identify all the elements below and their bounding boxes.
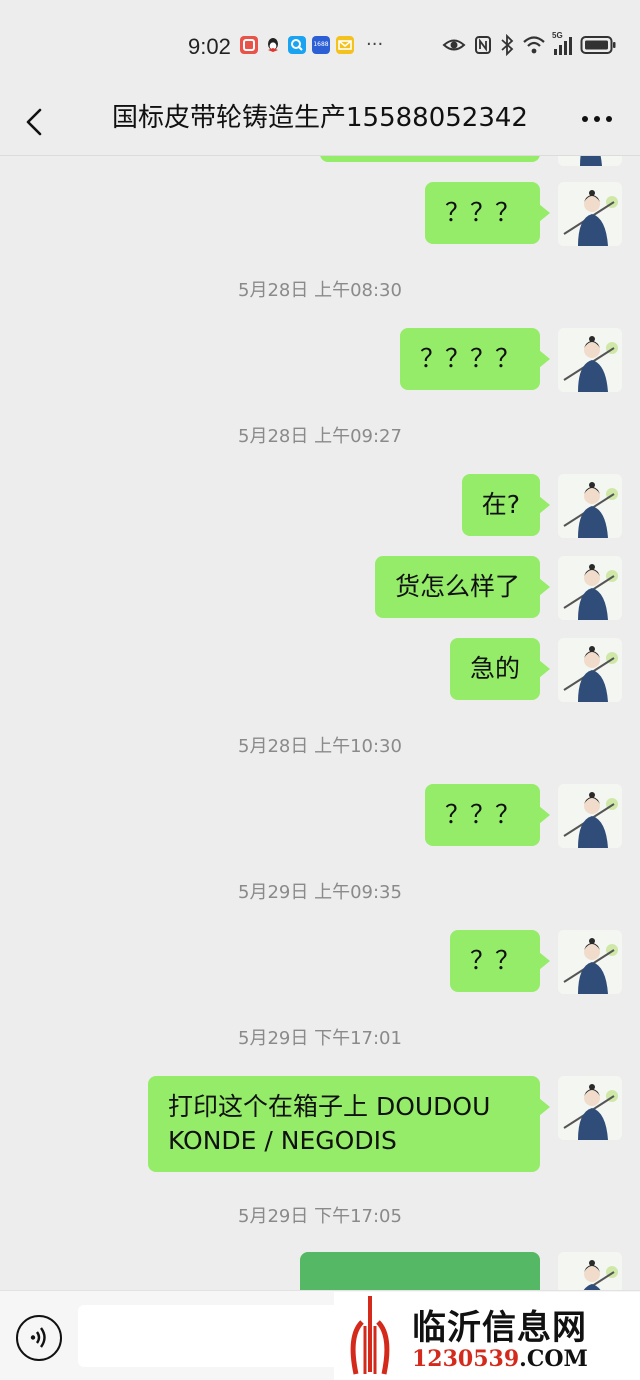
avatar-image: [558, 556, 622, 620]
message-bubble[interactable]: 货怎么样了: [374, 556, 551, 618]
message-bubble[interactable]: 急的: [449, 638, 551, 700]
avatar-image: [558, 328, 622, 392]
avatar[interactable]: [558, 784, 622, 848]
message-timestamp: 5月29日 下午17:05: [238, 1206, 402, 1227]
search-app-icon: [288, 36, 306, 54]
avatar[interactable]: [558, 1252, 622, 1290]
message-bubble-partial[interactable]: [320, 156, 540, 162]
message-timestamp: 5月28日 上午10:30: [238, 736, 402, 757]
avatar-image: [558, 930, 622, 994]
avatar-image: [558, 784, 622, 848]
avatar[interactable]: [558, 1076, 622, 1140]
eye-icon: [442, 39, 466, 51]
wifi-icon: [523, 36, 545, 54]
avatar[interactable]: [558, 930, 622, 994]
avatar[interactable]: [558, 556, 622, 620]
avatar-image: [558, 1252, 622, 1290]
message-bubble[interactable]: ？？？: [424, 182, 551, 244]
avatar-image: [558, 474, 622, 538]
1688-app-icon: 1688: [312, 36, 330, 54]
watermark-logo: [350, 1296, 390, 1375]
avatar[interactable]: [558, 474, 622, 538]
5g-signal-icon: 5G: [552, 31, 572, 55]
avatar[interactable]: [558, 638, 622, 702]
avatar-image: [558, 182, 622, 246]
status-bar: 9:02 1688 ··· 5G: [0, 0, 640, 92]
site-watermark: 临沂信息网 1230539.COM: [334, 1292, 640, 1380]
more-options-button[interactable]: [580, 104, 614, 134]
more-notifications-icon: ···: [366, 34, 384, 55]
avatar[interactable]: [558, 156, 622, 166]
voice-icon: [30, 1327, 46, 1348]
bluetooth-icon: [501, 34, 514, 56]
message-bubble[interactable]: ？？？？: [399, 328, 551, 390]
avatar-image: [558, 638, 622, 702]
message-bubble[interactable]: ？？？: [424, 784, 551, 846]
message-timestamp: 5月28日 上午08:30: [238, 280, 402, 301]
message-timestamp: 5月29日 上午09:35: [238, 882, 402, 903]
message-bubble[interactable]: 打印这个在箱子上 DOUDOU KONDE / NEGODIS: [148, 1076, 550, 1172]
status-time: 9:02: [188, 34, 231, 59]
message-timestamp: 5月29日 下午17:01: [238, 1028, 402, 1049]
avatar-image: [558, 1076, 622, 1140]
watermark-domain: 1230539.COM: [412, 1346, 588, 1372]
nfc-icon: [475, 36, 491, 54]
image-message[interactable]: [300, 1252, 540, 1290]
avatar[interactable]: [558, 328, 622, 392]
notification-icon: [240, 36, 258, 54]
voice-button[interactable]: [16, 1315, 62, 1361]
more-dots-icon: [582, 116, 612, 122]
watermark-name: 临沂信息网: [412, 1308, 587, 1348]
message-bubble[interactable]: ？？: [449, 930, 551, 992]
mail-icon: [336, 36, 354, 54]
battery-icon: [580, 36, 616, 54]
avatar-image: [558, 156, 622, 166]
message-timestamp: 5月28日 上午09:27: [238, 426, 402, 447]
chat-title: 国标皮带轮铸造生产15588052342: [112, 103, 528, 133]
chat-header: 国标皮带轮铸造生产15588052342: [0, 92, 640, 156]
status-app-icons: 1688 ···: [240, 36, 383, 54]
status-indicators: 5G: [442, 31, 616, 56]
avatar[interactable]: [558, 182, 622, 246]
message-bubble[interactable]: 在?: [461, 474, 551, 536]
message-list[interactable]: ？？？ 5月28日 上午08:30 ？？？？ 5月28日 上午09:27 在? …: [0, 156, 640, 1290]
qq-icon: [264, 36, 282, 54]
